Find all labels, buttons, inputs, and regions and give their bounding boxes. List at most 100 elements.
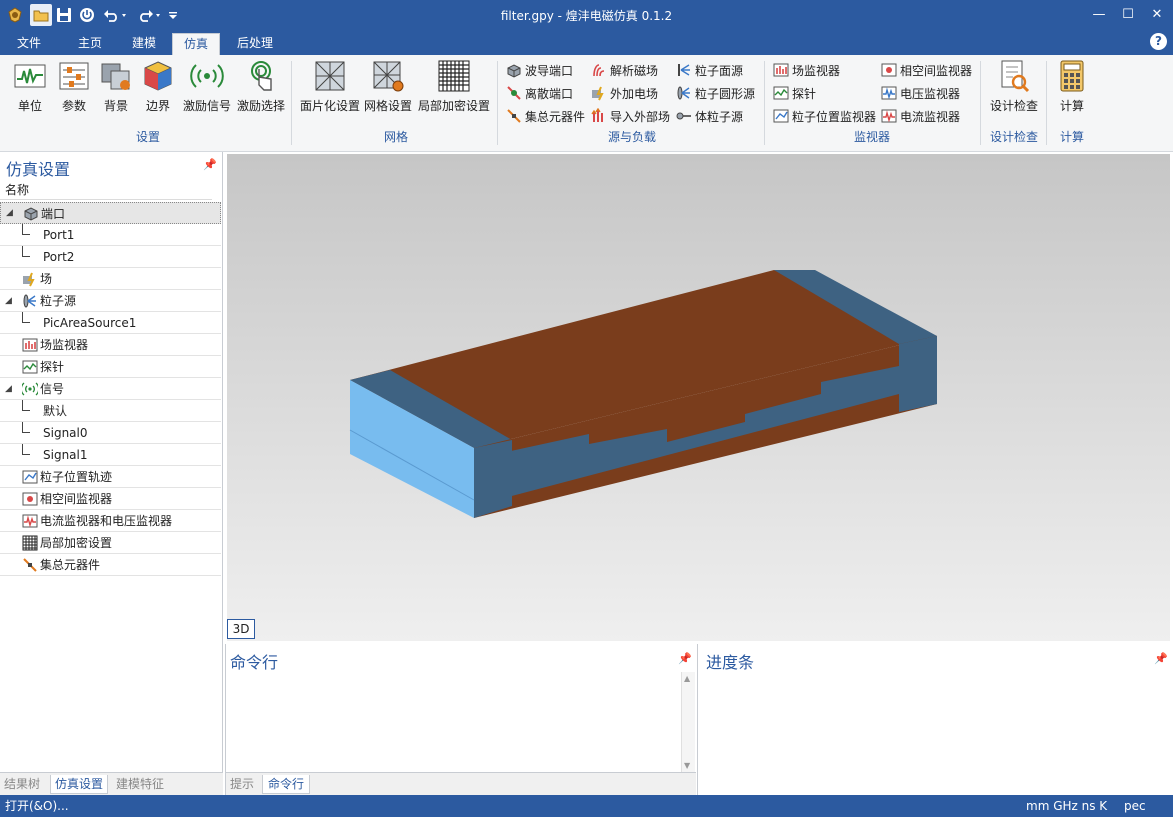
particle-position-monitor-button[interactable]: 粒子位置监视器 bbox=[773, 106, 876, 126]
tree-label: 局部加密设置 bbox=[40, 536, 113, 550]
lumped-element-button[interactable]: 集总元器件 bbox=[506, 106, 585, 126]
current-monitor-button[interactable]: 电流监视器 bbox=[881, 106, 960, 126]
tree-item-ports[interactable]: ◢ 端口 bbox=[0, 202, 221, 224]
tree-item-signal[interactable]: ◢ 信号 bbox=[0, 378, 221, 400]
tree-connector bbox=[22, 422, 30, 433]
maximize-button[interactable]: ☐ bbox=[1113, 4, 1143, 26]
expand-arrow-icon[interactable]: ◢ bbox=[5, 384, 12, 394]
design-check-icon bbox=[1001, 60, 1030, 93]
pin-icon[interactable]: 📌 bbox=[678, 652, 692, 665]
particle-position-monitor-label: 粒子位置监视器 bbox=[792, 109, 877, 124]
command-panel-title: 命令行 bbox=[230, 653, 279, 672]
ribbon-excitation-signal-button[interactable]: 激励信号 bbox=[180, 59, 234, 114]
status-units: mm GHz ns K bbox=[1026, 799, 1108, 813]
tree-item-current-voltage-monitor[interactable]: 电流监视器和电压监视器 bbox=[0, 510, 221, 532]
design-check-label: 设计检查 bbox=[989, 99, 1038, 113]
tree-item-signal1[interactable]: Signal1 bbox=[0, 444, 221, 466]
status-bar: 打开(&O)... mm GHz ns K pec bbox=[0, 795, 1173, 817]
expand-arrow-icon[interactable]: ◢ bbox=[6, 208, 13, 218]
tab-postprocess[interactable]: 后处理 bbox=[228, 33, 282, 55]
tree-item-port1[interactable]: Port1 bbox=[0, 224, 221, 246]
close-button[interactable]: ✕ bbox=[1142, 4, 1172, 26]
column-header-name[interactable]: 名称 bbox=[0, 180, 212, 200]
tab-home[interactable]: 主页 bbox=[68, 33, 112, 55]
import-field-button[interactable]: 导入外部场 bbox=[591, 106, 670, 126]
probe-button[interactable]: 探针 bbox=[773, 83, 816, 103]
progress-panel-title: 进度条 bbox=[706, 653, 755, 672]
tab-command-line[interactable]: 命令行 bbox=[262, 775, 310, 794]
view-3d-tab[interactable]: 3D bbox=[227, 619, 255, 639]
tab-hints[interactable]: 提示 bbox=[230, 775, 260, 794]
ribbon-background-button[interactable]: 背景 bbox=[98, 59, 134, 114]
minimize-button[interactable]: — bbox=[1084, 4, 1114, 26]
tree-item-field[interactable]: 场 bbox=[0, 268, 221, 290]
ribbon-params-button[interactable]: 参数 bbox=[56, 59, 92, 114]
boundary-label: 边界 bbox=[145, 99, 170, 113]
tree-item-particle-trajectory[interactable]: 粒子位置轨迹 bbox=[0, 466, 221, 488]
tree-item-pic-area-source[interactable]: PicAreaSource1 bbox=[0, 312, 221, 334]
group-separator bbox=[291, 61, 292, 145]
ribbon-mesh-settings-button[interactable]: 网格设置 bbox=[362, 59, 414, 114]
phase-space-monitor-icon bbox=[881, 63, 897, 77]
tree-item-local-refine[interactable]: 局部加密设置 bbox=[0, 532, 221, 554]
external-electric-button[interactable]: 外加电场 bbox=[591, 83, 658, 103]
tree-item-default[interactable]: 默认 bbox=[0, 400, 221, 422]
tree-item-signal0[interactable]: Signal0 bbox=[0, 422, 221, 444]
tree-item-field-monitor[interactable]: 场监视器 bbox=[0, 334, 221, 356]
ribbon-calculate-button[interactable]: 计算 bbox=[1053, 59, 1091, 114]
background-label: 背景 bbox=[103, 99, 128, 113]
voltage-monitor-button[interactable]: 电压监视器 bbox=[881, 83, 960, 103]
tree-item-particle-source[interactable]: ◢ 粒子源 bbox=[0, 290, 221, 312]
ribbon-boundary-button[interactable]: 边界 bbox=[140, 59, 176, 114]
help-icon[interactable]: ? bbox=[1150, 33, 1167, 50]
group-separator bbox=[980, 61, 981, 145]
pin-icon[interactable]: 📌 bbox=[203, 158, 217, 171]
ribbon-faceting-button[interactable]: 面片化设置 bbox=[298, 59, 362, 114]
discrete-port-button[interactable]: 离散端口 bbox=[506, 83, 573, 103]
ribbon-excitation-select-button[interactable]: 激励选择 bbox=[234, 59, 288, 114]
phase-space-monitor-button[interactable]: 相空间监视器 bbox=[881, 60, 972, 80]
3d-viewport[interactable] bbox=[227, 154, 1170, 641]
field-monitor-button[interactable]: 场监视器 bbox=[773, 60, 840, 80]
ribbon-local-refine-button[interactable]: 局部加密设置 bbox=[416, 59, 492, 114]
tab-file[interactable]: 文件 bbox=[8, 33, 50, 55]
tab-modeling-features[interactable]: 建模特征 bbox=[112, 775, 168, 794]
ribbon-units-button[interactable]: 单位 bbox=[10, 59, 50, 114]
tree-label: 场 bbox=[40, 272, 53, 286]
particle-area-source-icon bbox=[678, 64, 690, 76]
waveguide-port-button[interactable]: 波导端口 bbox=[506, 60, 573, 80]
scroll-down-icon[interactable]: ▼ bbox=[684, 761, 690, 770]
tab-modeling[interactable]: 建模 bbox=[122, 33, 166, 55]
title-bar: filter.gpy - 煌沣电磁仿真 0.1.2 — ☐ ✕ bbox=[0, 0, 1173, 31]
tab-simulation[interactable]: 仿真 bbox=[172, 33, 220, 55]
tree-item-lumped-element[interactable]: 集总元器件 bbox=[0, 554, 221, 576]
field-monitor-label: 场监视器 bbox=[792, 63, 841, 78]
tree-connector bbox=[22, 312, 30, 323]
tree-item-port2[interactable]: Port2 bbox=[0, 246, 221, 268]
particle-circle-source-label: 粒子圆形源 bbox=[695, 86, 756, 101]
tree-connector bbox=[22, 246, 30, 257]
pin-icon[interactable]: 📌 bbox=[1154, 652, 1168, 665]
particle-circle-source-button[interactable]: 粒子圆形源 bbox=[676, 83, 755, 103]
dense-grid-icon bbox=[438, 60, 470, 92]
volume-particle-source-button[interactable]: 体粒子源 bbox=[676, 106, 743, 126]
discrete-port-icon bbox=[507, 86, 521, 100]
tree-label: Port1 bbox=[43, 227, 75, 242]
faceting-icon bbox=[315, 61, 345, 91]
expand-arrow-icon[interactable]: ◢ bbox=[5, 296, 12, 306]
tree-item-probe[interactable]: 探针 bbox=[0, 356, 221, 378]
scroll-up-icon[interactable]: ▲ bbox=[684, 674, 690, 683]
volume-particle-source-label: 体粒子源 bbox=[695, 109, 744, 124]
tree-label: 集总元器件 bbox=[40, 558, 101, 572]
tab-result-tree[interactable]: 结果树 bbox=[4, 775, 46, 794]
tab-simulation-settings[interactable]: 仿真设置 bbox=[50, 775, 108, 794]
touch-select-icon bbox=[251, 61, 272, 91]
command-scrollbar[interactable]: ▲ ▼ bbox=[681, 672, 695, 772]
analytic-magnetic-button[interactable]: 解析磁场 bbox=[591, 60, 658, 80]
tree-item-phase-space-monitor[interactable]: 相空间监视器 bbox=[0, 488, 221, 510]
port-icon bbox=[24, 207, 38, 221]
group-label-mesh: 网格 bbox=[383, 130, 408, 144]
ribbon-design-check-button[interactable]: 设计检查 bbox=[986, 59, 1042, 114]
filter-model-3d[interactable] bbox=[227, 154, 1170, 641]
particle-area-source-button[interactable]: 粒子面源 bbox=[676, 60, 743, 80]
